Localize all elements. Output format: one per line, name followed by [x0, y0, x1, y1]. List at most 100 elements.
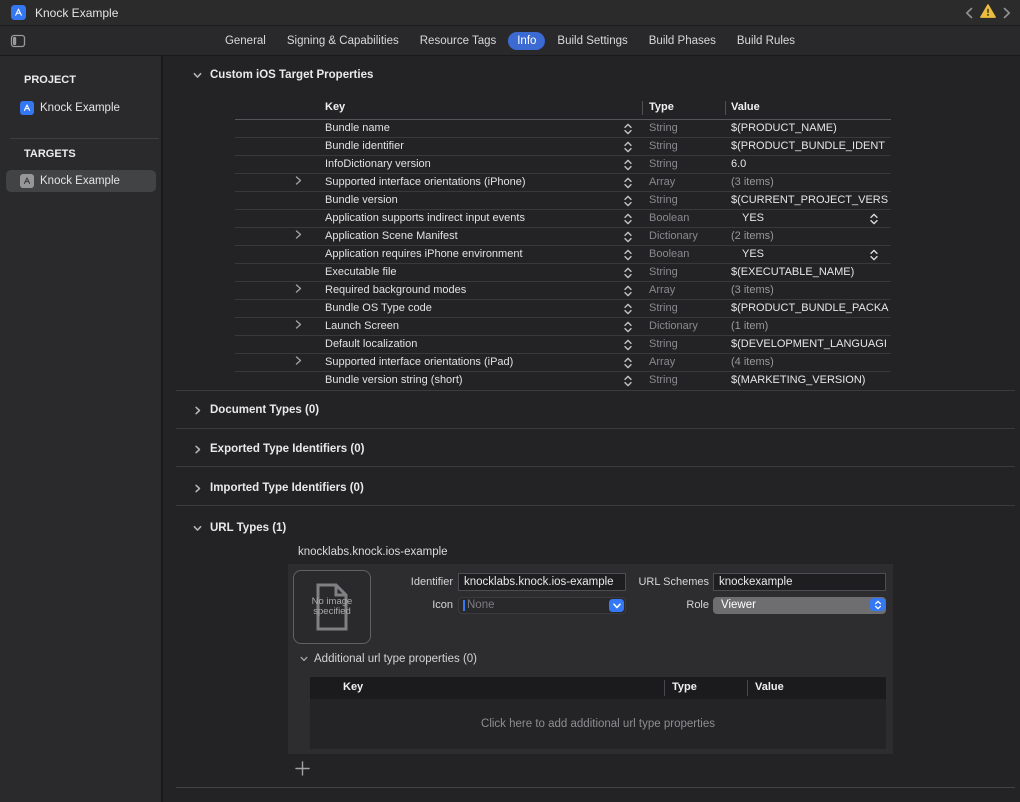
back-button[interactable]: [965, 7, 973, 19]
property-value: (3 items): [731, 174, 891, 192]
property-type: String: [649, 120, 678, 138]
property-row[interactable]: Bundle version string (short) String $(M…: [235, 372, 891, 390]
disclosure-chevron-icon[interactable]: [295, 228, 302, 246]
tab[interactable]: Signing & Capabilities: [278, 32, 408, 50]
chevron-right-icon: [193, 484, 202, 493]
section-divider: [176, 466, 1015, 467]
add-property-hint: Click here to add additional url type pr…: [481, 718, 715, 730]
role-popup-button[interactable]: Viewer: [713, 597, 886, 614]
property-row[interactable]: Supported interface orientations (iPhone…: [235, 174, 891, 192]
property-row[interactable]: Bundle name String $(PRODUCT_NAME): [235, 120, 891, 138]
chevron-down-icon: [193, 524, 202, 533]
property-type: Boolean: [649, 246, 689, 264]
icon-label: Icon: [348, 597, 453, 614]
identifier-field[interactable]: [458, 573, 626, 591]
window-title: Knock Example: [35, 6, 118, 20]
sidebar: PROJECT Knock Example TARGETS Knock Exam…: [0, 56, 163, 802]
sidebar-item-target[interactable]: Knock Example: [6, 170, 156, 192]
section-url-types[interactable]: URL Types (1): [193, 520, 286, 536]
property-row[interactable]: Required background modes Array (3 items…: [235, 282, 891, 300]
property-type: Array: [649, 354, 675, 372]
sidebar-item-project[interactable]: Knock Example: [20, 98, 120, 118]
property-value: $(PRODUCT_NAME): [731, 120, 891, 138]
tab[interactable]: Resource Tags: [411, 32, 506, 50]
xcode-window: Knock Example GeneralSigning & Capabilit…: [0, 0, 1020, 802]
property-type: String: [649, 264, 678, 282]
tab[interactable]: Info: [508, 32, 545, 50]
disclosure-chevron-icon[interactable]: [295, 354, 302, 372]
target-icon: [20, 174, 34, 188]
tab[interactable]: General: [216, 32, 275, 50]
disclosure-chevron-icon[interactable]: [295, 318, 302, 336]
section-document-types[interactable]: Document Types (0): [193, 402, 319, 418]
warning-icon[interactable]: [980, 4, 996, 23]
property-value: (1 item): [731, 318, 891, 336]
project-section-label: PROJECT: [24, 74, 76, 86]
property-type: String: [649, 300, 678, 318]
add-url-type-button[interactable]: [294, 760, 310, 776]
property-value: $(MARKETING_VERSION): [731, 372, 891, 390]
property-row[interactable]: Bundle OS Type code String $(PRODUCT_BUN…: [235, 300, 891, 318]
column-separator: [642, 101, 643, 115]
info-pane: Custom iOS Target Properties Key Type Va…: [163, 56, 1020, 802]
disclosure-chevron-icon[interactable]: [295, 282, 302, 300]
table-header: Key Type Value: [310, 677, 886, 699]
icon-combobox[interactable]: None: [458, 597, 626, 614]
disclosure-chevron-icon[interactable]: [295, 174, 302, 192]
section-title: Custom iOS Target Properties: [210, 69, 373, 81]
property-value: (3 items): [731, 282, 891, 300]
url-type-item-name: knocklabs.knock.ios-example: [298, 546, 448, 558]
property-row[interactable]: Launch Screen Dictionary (1 item): [235, 318, 891, 336]
property-key: Supported interface orientations (iPad): [325, 354, 513, 372]
column-value: Value: [755, 681, 784, 693]
table-body: Bundle name String $(PRODUCT_NAME): [235, 120, 891, 390]
url-schemes-label: URL Schemes: [624, 573, 709, 591]
property-type: String: [649, 372, 678, 390]
section-custom-properties[interactable]: Custom iOS Target Properties: [193, 67, 373, 83]
property-row[interactable]: Executable file String $(EXECUTABLE_NAME…: [235, 264, 891, 282]
section-title: Document Types (0): [210, 404, 319, 416]
property-value: $(PRODUCT_BUNDLE_IDENT: [731, 138, 891, 156]
property-row[interactable]: InfoDictionary version String 6.0: [235, 156, 891, 174]
property-row[interactable]: Default localization String $(DEVELOPMEN…: [235, 336, 891, 354]
property-key: Bundle version: [325, 192, 398, 210]
section-divider: [176, 428, 1015, 429]
property-value: $(DEVELOPMENT_LANGUAGI: [731, 336, 891, 354]
property-type: Boolean: [649, 210, 689, 228]
popup-stepper-icon: [870, 598, 885, 611]
property-row[interactable]: Bundle identifier String $(PRODUCT_BUNDL…: [235, 138, 891, 156]
sidebar-toggle-icon[interactable]: [10, 33, 26, 49]
section-imported-type-identifiers[interactable]: Imported Type Identifiers (0): [193, 480, 364, 496]
property-row[interactable]: Application supports indirect input even…: [235, 210, 891, 228]
toolbar: GeneralSigning & CapabilitiesResource Ta…: [0, 26, 1020, 56]
role-value: Viewer: [721, 597, 756, 613]
property-key: Application supports indirect input even…: [325, 210, 525, 228]
column-separator: [664, 680, 665, 696]
section-exported-type-identifiers[interactable]: Exported Type Identifiers (0): [193, 441, 364, 457]
property-row[interactable]: Application requires iPhone environment …: [235, 246, 891, 264]
section-title: Exported Type Identifiers (0): [210, 443, 364, 455]
project-app-icon: [11, 5, 26, 20]
tab[interactable]: Build Phases: [640, 32, 725, 50]
identifier-label: Identifier: [348, 573, 453, 591]
column-type: Type: [649, 101, 674, 113]
property-row[interactable]: Application Scene Manifest Dictionary (2…: [235, 228, 891, 246]
additional-properties-header[interactable]: Additional url type properties (0): [300, 652, 477, 666]
add-property-hint-row[interactable]: Click here to add additional url type pr…: [310, 699, 886, 749]
combo-dropdown-icon[interactable]: [609, 599, 624, 612]
text-caret: [463, 600, 465, 611]
tab[interactable]: Build Rules: [728, 32, 804, 50]
forward-button[interactable]: [1003, 7, 1011, 19]
url-type-editor: No image specified Identifier URL Scheme…: [288, 564, 893, 754]
property-value: $(CURRENT_PROJECT_VERS: [731, 192, 891, 210]
additional-properties-title: Additional url type properties (0): [314, 653, 477, 665]
property-key: Executable file: [325, 264, 397, 282]
additional-properties-table: Key Type Value Click here to add additio…: [310, 677, 886, 749]
property-key: Launch Screen: [325, 318, 399, 336]
property-row[interactable]: Supported interface orientations (iPad) …: [235, 354, 891, 372]
property-row[interactable]: Bundle version String $(CURRENT_PROJECT_…: [235, 192, 891, 210]
role-label: Role: [624, 597, 709, 614]
url-schemes-field[interactable]: [713, 573, 886, 591]
tab[interactable]: Build Settings: [548, 32, 636, 50]
property-type: String: [649, 156, 678, 174]
